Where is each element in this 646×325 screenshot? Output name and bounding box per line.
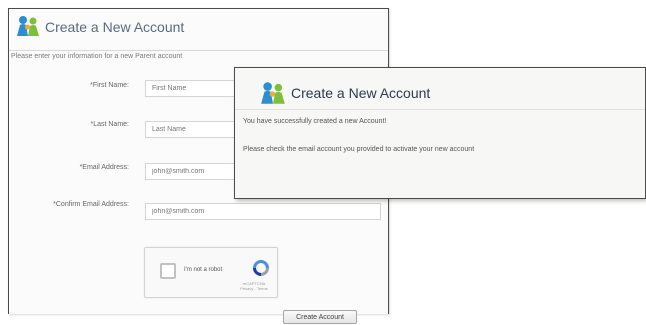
confirm-email-label: *Confirm Email Address: xyxy=(53,201,129,208)
last-name-label: *Last Name: xyxy=(90,121,129,128)
recaptcha-label: I'm not a robot xyxy=(184,267,223,273)
confirm-email-field[interactable] xyxy=(145,203,381,220)
recaptcha-checkbox[interactable] xyxy=(160,263,176,279)
create-account-button[interactable]: Create Account xyxy=(283,310,357,324)
family-logo-icon xyxy=(261,82,285,104)
email-label: *Email Address: xyxy=(79,164,129,171)
form-instructions: Please enter your information for a new … xyxy=(11,53,183,60)
dialog-title: Create a New Account xyxy=(291,85,431,101)
first-name-label: *First Name: xyxy=(90,82,129,89)
page-title: Create a New Account xyxy=(45,19,185,35)
recaptcha-logo-icon xyxy=(253,260,269,276)
recaptcha-links: Privacy - Terms xyxy=(240,286,268,291)
recaptcha-widget: I'm not a robot reCAPTCHA Privacy - Term… xyxy=(144,247,278,298)
confirmation-dialog: Create a New Account You have successful… xyxy=(234,67,646,199)
header-divider xyxy=(9,50,388,51)
recaptcha-text: reCAPTCHA Privacy - Terms xyxy=(237,281,271,291)
activation-message: Please check the email account you provi… xyxy=(243,146,475,153)
success-message: You have successfully created a new Acco… xyxy=(243,118,387,125)
family-logo-icon xyxy=(17,16,39,36)
